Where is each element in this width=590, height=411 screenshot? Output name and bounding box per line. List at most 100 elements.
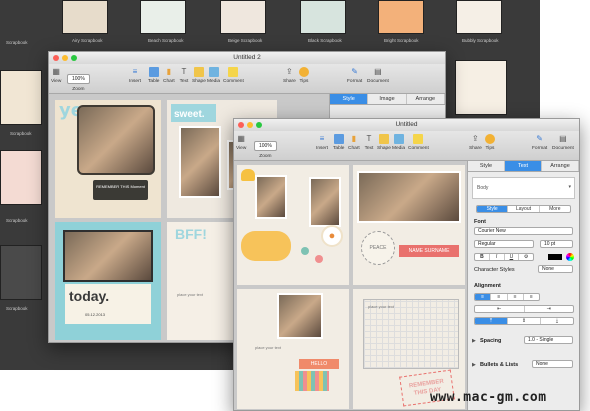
tab-arrange[interactable]: Arrange bbox=[542, 161, 579, 171]
align-justify-button[interactable]: ≡ bbox=[524, 294, 539, 300]
insert-button[interactable]: ≡ Insert bbox=[316, 134, 328, 151]
align-top-button[interactable]: ⤒ bbox=[475, 318, 508, 324]
minimize-button[interactable] bbox=[62, 55, 68, 61]
tab-image[interactable]: Image bbox=[368, 94, 407, 104]
text-button[interactable]: T Text bbox=[179, 67, 189, 84]
document-button[interactable]: ▤ Document bbox=[552, 134, 574, 151]
share-button[interactable]: ⇪ Share bbox=[469, 134, 482, 151]
align-center-button[interactable]: ≡ bbox=[491, 294, 508, 300]
color-wheel-icon[interactable] bbox=[566, 253, 574, 261]
bullets-disclosure-icon[interactable]: ▶ bbox=[472, 362, 476, 368]
paragraph-style-box[interactable]: Body ▾ bbox=[472, 177, 575, 199]
tab-text[interactable]: Text bbox=[505, 161, 542, 171]
photo-frame[interactable] bbox=[77, 105, 155, 175]
template-thumb-left-2[interactable] bbox=[0, 150, 42, 205]
align-right-button[interactable]: ≡ bbox=[508, 294, 524, 300]
font-name-select[interactable]: Courier New bbox=[474, 227, 573, 235]
decrease-indent-button[interactable]: ⇤ bbox=[475, 306, 525, 312]
grid-note[interactable]: place your text bbox=[363, 299, 459, 369]
zoom-popup[interactable]: 100% bbox=[254, 141, 277, 151]
comment-button[interactable]: Comment bbox=[223, 67, 244, 84]
view-button[interactable]: ▦ View bbox=[236, 134, 246, 151]
minimize-button[interactable] bbox=[247, 122, 253, 128]
title-bar[interactable]: Untitled bbox=[234, 119, 579, 131]
text-placeholder[interactable]: place your text bbox=[177, 292, 203, 297]
template-thumb-4[interactable] bbox=[300, 0, 346, 34]
text-placeholder[interactable]: place your text bbox=[255, 345, 281, 350]
share-button[interactable]: ⇪ Share bbox=[283, 67, 296, 84]
chart-button[interactable]: ▮ Chart bbox=[348, 134, 360, 151]
template-label: Scrapbook bbox=[6, 218, 28, 223]
template-thumb-2[interactable] bbox=[140, 0, 186, 34]
template-thumb-1[interactable] bbox=[62, 0, 108, 34]
format-button[interactable]: ✎ Format bbox=[347, 67, 362, 84]
media-button[interactable]: Media bbox=[207, 67, 220, 84]
tips-button[interactable]: Tips bbox=[299, 67, 309, 84]
table-button[interactable]: Table bbox=[333, 134, 344, 151]
align-left-button[interactable]: ≡ bbox=[475, 294, 492, 300]
text-color-well[interactable] bbox=[548, 254, 562, 260]
photo-frame[interactable] bbox=[63, 230, 153, 282]
subtab-style[interactable]: Style bbox=[477, 206, 509, 212]
table-button[interactable]: Table bbox=[148, 67, 159, 84]
photo-frame[interactable] bbox=[357, 171, 461, 223]
close-button[interactable] bbox=[238, 122, 244, 128]
photo-frame[interactable] bbox=[179, 126, 221, 198]
shape-button[interactable]: Shape bbox=[192, 67, 206, 84]
char-styles-select[interactable]: None bbox=[538, 265, 573, 273]
spacing-disclosure-icon[interactable]: ▶ bbox=[472, 338, 476, 344]
gear-icon[interactable]: ⚙ bbox=[519, 254, 533, 260]
template-thumb-3[interactable] bbox=[220, 0, 266, 34]
title-bar[interactable]: Untitled 2 bbox=[49, 52, 445, 64]
tab-style[interactable]: Style bbox=[468, 161, 505, 171]
align-bottom-button[interactable]: ⤓ bbox=[541, 318, 573, 324]
zoom-button[interactable] bbox=[71, 55, 77, 61]
template-thumb-5[interactable] bbox=[378, 0, 424, 34]
tab-style[interactable]: Style bbox=[330, 94, 369, 104]
scrapbook-page[interactable]: yes REMEMBER THIS Moment bbox=[55, 100, 161, 218]
italic-button[interactable]: I bbox=[490, 254, 505, 260]
name-surname-label[interactable]: NAME SURNAME bbox=[399, 245, 459, 257]
template-thumb-left-3[interactable] bbox=[0, 245, 42, 300]
increase-indent-button[interactable]: ⇥ bbox=[525, 306, 574, 312]
text-placeholder[interactable]: place your text bbox=[368, 304, 394, 309]
photo-frame[interactable] bbox=[255, 175, 287, 219]
tips-button[interactable]: Tips bbox=[485, 134, 495, 151]
font-size-field[interactable]: 10 pt bbox=[540, 240, 573, 248]
format-button[interactable]: ✎ Format bbox=[532, 134, 547, 151]
subtab-more[interactable]: More bbox=[540, 206, 570, 212]
template-thumb-6[interactable] bbox=[456, 0, 502, 34]
document-button[interactable]: ▤ Document bbox=[367, 67, 389, 84]
vertical-align-buttons: ⤒ ⇕ ⤓ bbox=[474, 317, 574, 325]
view-button[interactable]: ▦ View bbox=[51, 67, 61, 84]
zoom-control[interactable]: 100% Zoom bbox=[67, 67, 90, 92]
template-thumb-right-1[interactable] bbox=[455, 60, 507, 115]
align-middle-button[interactable]: ⇕ bbox=[508, 318, 541, 324]
document-canvas[interactable]: ● PEACE NAME SURNAME place your text HEL… bbox=[234, 161, 467, 410]
text-button[interactable]: T Text bbox=[364, 134, 374, 151]
bold-button[interactable]: B bbox=[475, 254, 490, 260]
insert-button[interactable]: ≡ Insert bbox=[129, 67, 141, 84]
photo-frame[interactable] bbox=[277, 293, 323, 339]
chevron-down-icon[interactable]: ▾ bbox=[568, 184, 571, 190]
underline-button[interactable]: U bbox=[505, 254, 520, 260]
template-thumb-left-1[interactable] bbox=[0, 70, 42, 125]
close-button[interactable] bbox=[53, 55, 59, 61]
spacing-select[interactable]: 1.0 - Single bbox=[524, 336, 573, 344]
bullets-select[interactable]: None bbox=[532, 360, 573, 368]
zoom-popup[interactable]: 100% bbox=[67, 74, 90, 84]
subtab-layout[interactable]: Layout bbox=[508, 206, 540, 212]
tab-arrange[interactable]: Arrange bbox=[407, 94, 445, 104]
media-button[interactable]: Media bbox=[392, 134, 405, 151]
comment-button[interactable]: Comment bbox=[408, 134, 429, 151]
scrapbook-page[interactable]: today. 05.12.2013 bbox=[55, 222, 161, 340]
chart-button[interactable]: ▮ Chart bbox=[163, 67, 175, 84]
scrapbook-page[interactable]: ● bbox=[237, 165, 349, 285]
photo-frame[interactable] bbox=[309, 177, 341, 227]
zoom-button[interactable] bbox=[256, 122, 262, 128]
font-weight-select[interactable]: Regular bbox=[474, 240, 534, 248]
scrapbook-page[interactable]: place your text HELLO bbox=[237, 289, 349, 409]
scrapbook-page[interactable]: PEACE NAME SURNAME bbox=[353, 165, 465, 285]
zoom-control[interactable]: 100% Zoom bbox=[254, 134, 277, 159]
shape-button[interactable]: Shape bbox=[377, 134, 391, 151]
